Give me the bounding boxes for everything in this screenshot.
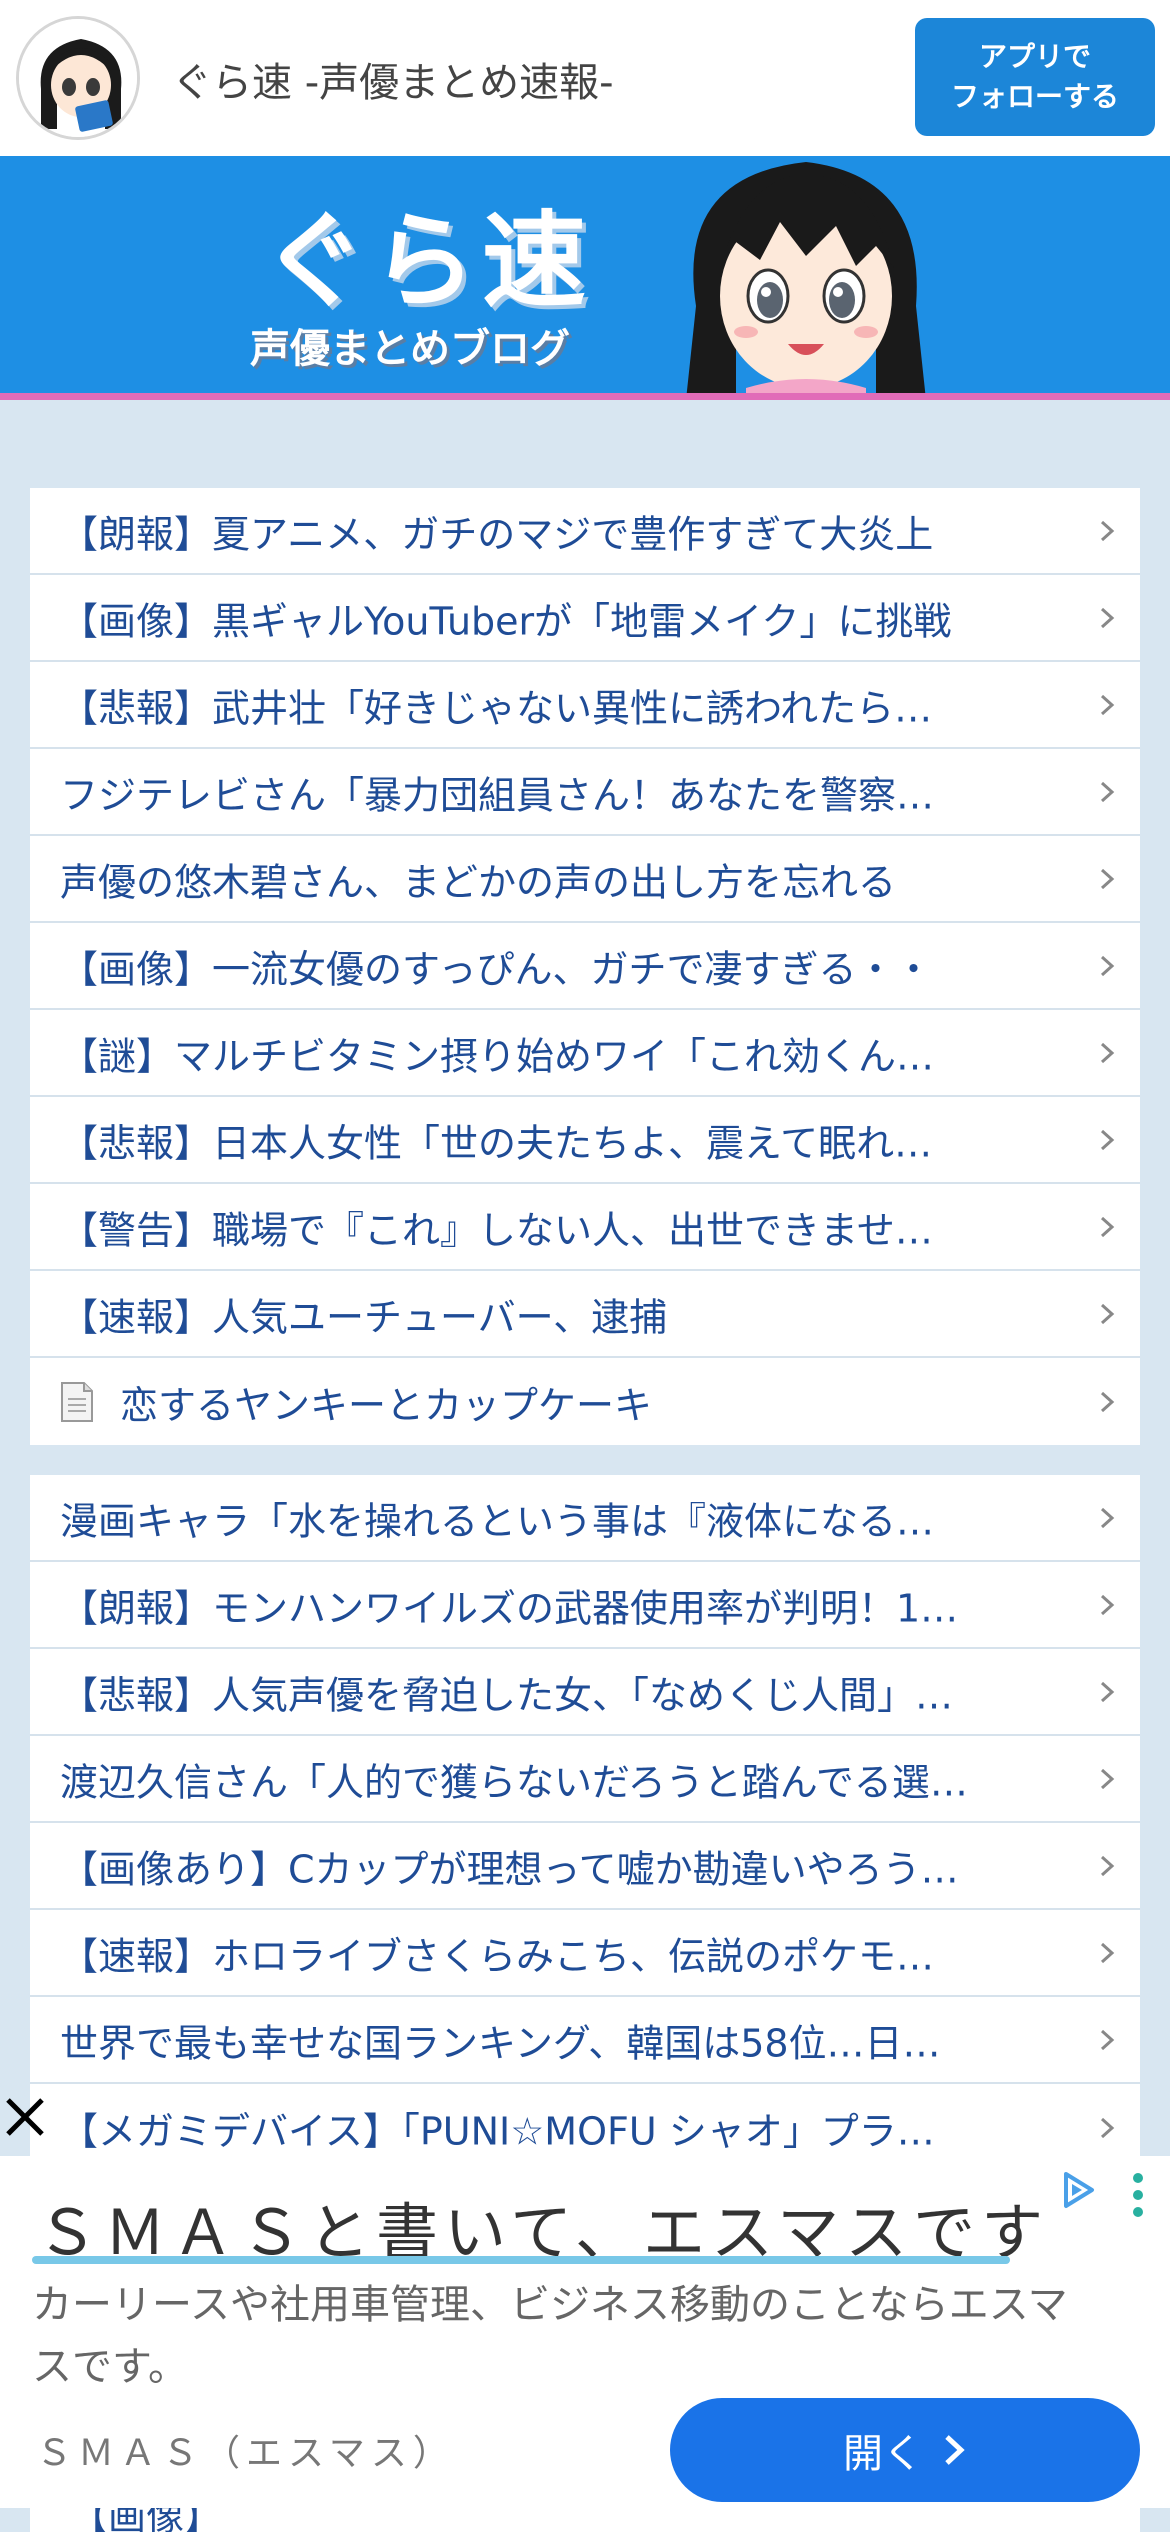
chevron-right-icon — [1100, 520, 1115, 541]
list-item[interactable]: 【悲報】日本人女性「世の夫たちよ、震えて眠れ… — [30, 1097, 1140, 1184]
ad-sponsor: ＳＭＡＳ（エスマス） — [36, 2433, 455, 2474]
mascot-illustration — [686, 162, 926, 393]
list-item-title: 【画像】黒ギャルYouTuberが「地雷メイク」に挑戦 — [60, 599, 952, 643]
list-item-partial[interactable]: 【画像】 — [30, 2508, 1140, 2532]
list-item-title: 【画像】一流女優のすっぴん、ガチで凄すぎる・・ — [60, 947, 933, 991]
chevron-right-icon — [1100, 1855, 1115, 1876]
chevron-right-icon — [1100, 781, 1115, 802]
ad-description: カーリースや社用車管理、ビジネス移動のことならエスマスです。 — [32, 2282, 1068, 2390]
list-item-title: 声優の悠木碧さん、まどかの声の出し方を忘れる — [60, 860, 897, 904]
site-title[interactable]: ぐら速 -声優まとめ速報- — [172, 50, 614, 108]
close-icon[interactable] — [2, 2094, 48, 2140]
list-item[interactable]: 渡辺久信さん「人的で獲らないだろうと踏んでる選… — [30, 1736, 1140, 1823]
list-item[interactable]: フジテレビさん「暴力団組員さん！あなたを警察… — [30, 749, 1140, 836]
chevron-right-icon — [1100, 955, 1115, 976]
article-list-secondary: 漫画キャラ「水を操れるという事は『液体になる… 【朗報】モンハンワイルズの武器使… — [30, 1475, 1140, 2171]
chevron-right-icon — [1100, 1216, 1115, 1237]
list-item[interactable]: 世界で最も幸せな国ランキング、韓国は58位…日… — [30, 1997, 1140, 2084]
list-item[interactable]: 【朗報】夏アニメ、ガチのマジで豊作すぎて大炎上 — [30, 488, 1140, 575]
list-item-title: 【悲報】日本人女性「世の夫たちよ、震えて眠れ… — [60, 1121, 933, 1165]
list-item-title: 恋するヤンキーとカップケーキ — [120, 1383, 653, 1427]
chevron-right-icon — [1100, 607, 1115, 628]
chevron-right-icon — [1100, 694, 1115, 715]
chevron-right-icon — [1100, 1391, 1115, 1412]
list-item-title: 【メガミデバイス】「PUNI☆MOFU シャオ」プラ… — [60, 2109, 935, 2153]
chevron-right-icon — [1100, 2029, 1115, 2050]
list-item-title: 【悲報】人気声優を脅迫した女、「なめくじ人間」… — [60, 1673, 954, 1717]
banner-logo: ぐら速 — [262, 200, 593, 322]
list-item[interactable]: 【謎】マルチビタミン摂り始めワイ「これ効くん… — [30, 1010, 1140, 1097]
list-item[interactable]: 【速報】ホロライブさくらみこち、伝説のポケモ… — [30, 1910, 1140, 1997]
banner-subtitle: 声優まとめブログ — [250, 326, 570, 372]
list-item[interactable]: 声優の悠木碧さん、まどかの声の出し方を忘れる — [30, 836, 1140, 923]
list-item[interactable]: 漫画キャラ「水を操れるという事は『液体になる… — [30, 1475, 1140, 1562]
list-item[interactable]: 【画像あり】Cカップが理想って嘘か勘違いやろう… — [30, 1823, 1140, 1910]
list-item[interactable]: 【警告】職場で『これ』しない人、出世できませ… — [30, 1184, 1140, 1271]
list-item-title: 世界で最も幸せな国ランキング、韓国は58位…日… — [60, 2021, 941, 2065]
list-item-title: 渡辺久信さん「人的で獲らないだろうと踏んでる選… — [60, 1760, 968, 1804]
follow-button-label-1: アプリで — [978, 40, 1091, 73]
ad-open-button[interactable]: 開く — [670, 2398, 1140, 2502]
ad-headline-underline — [32, 2256, 1010, 2264]
article-list-primary: 【朗報】夏アニメ、ガチのマジで豊作すぎて大炎上 【画像】黒ギャルYouTuber… — [30, 488, 1140, 1445]
follow-button-label-2: フォローする — [950, 80, 1119, 113]
site-banner[interactable]: ぐら速 声優まとめブログ — [0, 156, 1170, 400]
more-vertical-icon[interactable] — [1126, 2170, 1150, 2220]
app-header: ぐら速 -声優まとめ速報- アプリで フォローする — [0, 0, 1170, 156]
list-item-title: 【画像あり】Cカップが理想って嘘か勘違いやろう… — [60, 1847, 959, 1891]
list-item-title: 【画像】 — [70, 2508, 223, 2532]
list-item-document[interactable]: 恋するヤンキーとカップケーキ — [30, 1358, 1140, 1445]
list-item[interactable]: 【悲報】武井壮「好きじゃない異性に誘われたら… — [30, 662, 1140, 749]
list-item[interactable]: 【悲報】人気声優を脅迫した女、「なめくじ人間」… — [30, 1649, 1140, 1736]
ad-open-label: 開く — [843, 2431, 923, 2477]
chevron-right-icon — [1100, 1303, 1115, 1324]
list-item[interactable]: 【画像】黒ギャルYouTuberが「地雷メイク」に挑戦 — [30, 575, 1140, 662]
list-item-title: 【悲報】武井壮「好きじゃない異性に誘われたら… — [60, 686, 933, 730]
follow-app-button[interactable]: アプリで フォローする — [915, 18, 1155, 136]
list-item[interactable]: 【画像】一流女優のすっぴん、ガチで凄すぎる・・ — [30, 923, 1140, 1010]
chevron-right-icon — [1100, 1681, 1115, 1702]
list-item-title: 【朗報】モンハンワイルズの武器使用率が判明！1… — [60, 1586, 959, 1630]
chevron-right-icon — [1100, 1042, 1115, 1063]
list-item-title: 【謎】マルチビタミン摂り始めワイ「これ効くん… — [60, 1034, 935, 1078]
list-item-title: 【速報】人気ユーチューバー、逮捕 — [60, 1295, 668, 1339]
list-item[interactable]: 【朗報】モンハンワイルズの武器使用率が判明！1… — [30, 1562, 1140, 1649]
list-item-title: 【警告】職場で『これ』しない人、出世できませ… — [60, 1208, 933, 1252]
list-item-title: 【朗報】夏アニメ、ガチのマジで豊作すぎて大炎上 — [60, 512, 934, 556]
list-item-title: 【速報】ホロライブさくらみこち、伝説のポケモ… — [60, 1934, 935, 1978]
chevron-right-icon — [1100, 1942, 1115, 1963]
chevron-right-icon — [1100, 1129, 1115, 1150]
list-item-title: フジテレビさん「暴力団組員さん！あなたを警察… — [60, 773, 935, 817]
list-item[interactable]: 【速報】人気ユーチューバー、逮捕 — [30, 1271, 1140, 1358]
chevron-right-icon — [1100, 1594, 1115, 1615]
chevron-right-icon — [945, 2435, 965, 2465]
list-item-title: 漫画キャラ「水を操れるという事は『液体になる… — [60, 1499, 935, 1543]
chevron-right-icon — [1100, 1507, 1115, 1528]
chevron-right-icon — [1100, 1768, 1115, 1789]
ad-choices-icon[interactable] — [1058, 2170, 1098, 2210]
chevron-right-icon — [1100, 2117, 1115, 2138]
ad-banner[interactable]: ＳＭＡＳと書いて、エスマスです カーリースや社用車管理、ビジネス移動のことならエ… — [0, 2156, 1170, 2508]
chevron-right-icon — [1100, 868, 1115, 889]
document-icon — [61, 1381, 93, 1422]
site-avatar[interactable] — [16, 16, 140, 140]
